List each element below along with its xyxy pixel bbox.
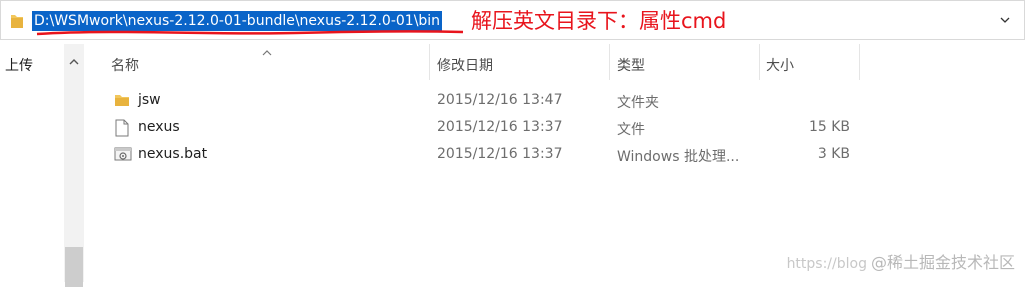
watermark-text: @稀土掘金技术社区	[870, 253, 1015, 272]
column-divider[interactable]	[759, 44, 760, 80]
file-row[interactable]: jsw 2015/12/16 13:47 文件夹	[106, 88, 866, 114]
watermark-url: https://blog	[786, 256, 867, 272]
column-header-name[interactable]: 名称	[111, 55, 139, 75]
red-underline-annotation	[36, 30, 464, 36]
file-row[interactable]: nexus 2015/12/16 13:37 文件 15 KB	[106, 115, 866, 141]
file-icon	[114, 119, 130, 141]
file-size: 3 KB	[817, 146, 850, 162]
folder-icon	[10, 13, 24, 33]
folder-icon	[114, 92, 130, 112]
file-size: 15 KB	[808, 119, 850, 135]
scroll-up-icon[interactable]	[69, 54, 79, 70]
chevron-down-icon[interactable]	[999, 14, 1011, 30]
file-modified: 2015/12/16 13:47	[437, 92, 563, 108]
nav-scrollbar[interactable]	[64, 44, 84, 287]
column-header-size[interactable]: 大小	[766, 55, 794, 75]
sort-up-icon	[261, 45, 273, 61]
column-divider[interactable]	[859, 44, 860, 80]
column-divider[interactable]	[609, 44, 610, 80]
file-name: nexus.bat	[138, 146, 208, 162]
column-header-type[interactable]: 类型	[617, 55, 645, 75]
column-divider[interactable]	[429, 44, 430, 80]
column-header-modified[interactable]: 修改日期	[437, 55, 493, 75]
file-modified: 2015/12/16 13:37	[437, 146, 563, 162]
nav-item-upload[interactable]: 上传	[5, 55, 33, 75]
file-modified: 2015/12/16 13:37	[437, 119, 563, 135]
annotation-text: 解压英文目录下：属性cmd	[471, 9, 727, 33]
file-type: 文件	[617, 122, 645, 138]
watermark: https://blog @稀土掘金技术社区	[787, 249, 1015, 273]
batch-file-icon	[114, 146, 132, 166]
file-type: 文件夹	[617, 95, 659, 111]
file-type: Windows 批处理...	[617, 149, 740, 165]
file-name: nexus	[138, 119, 180, 135]
address-bar[interactable]: D:\WSMwork\nexus-2.12.0-01-bundle\nexus-…	[0, 0, 1025, 40]
scrollbar-thumb[interactable]	[65, 247, 83, 287]
file-row[interactable]: nexus.bat 2015/12/16 13:37 Windows 批处理..…	[106, 142, 866, 168]
file-name: jsw	[138, 92, 161, 108]
